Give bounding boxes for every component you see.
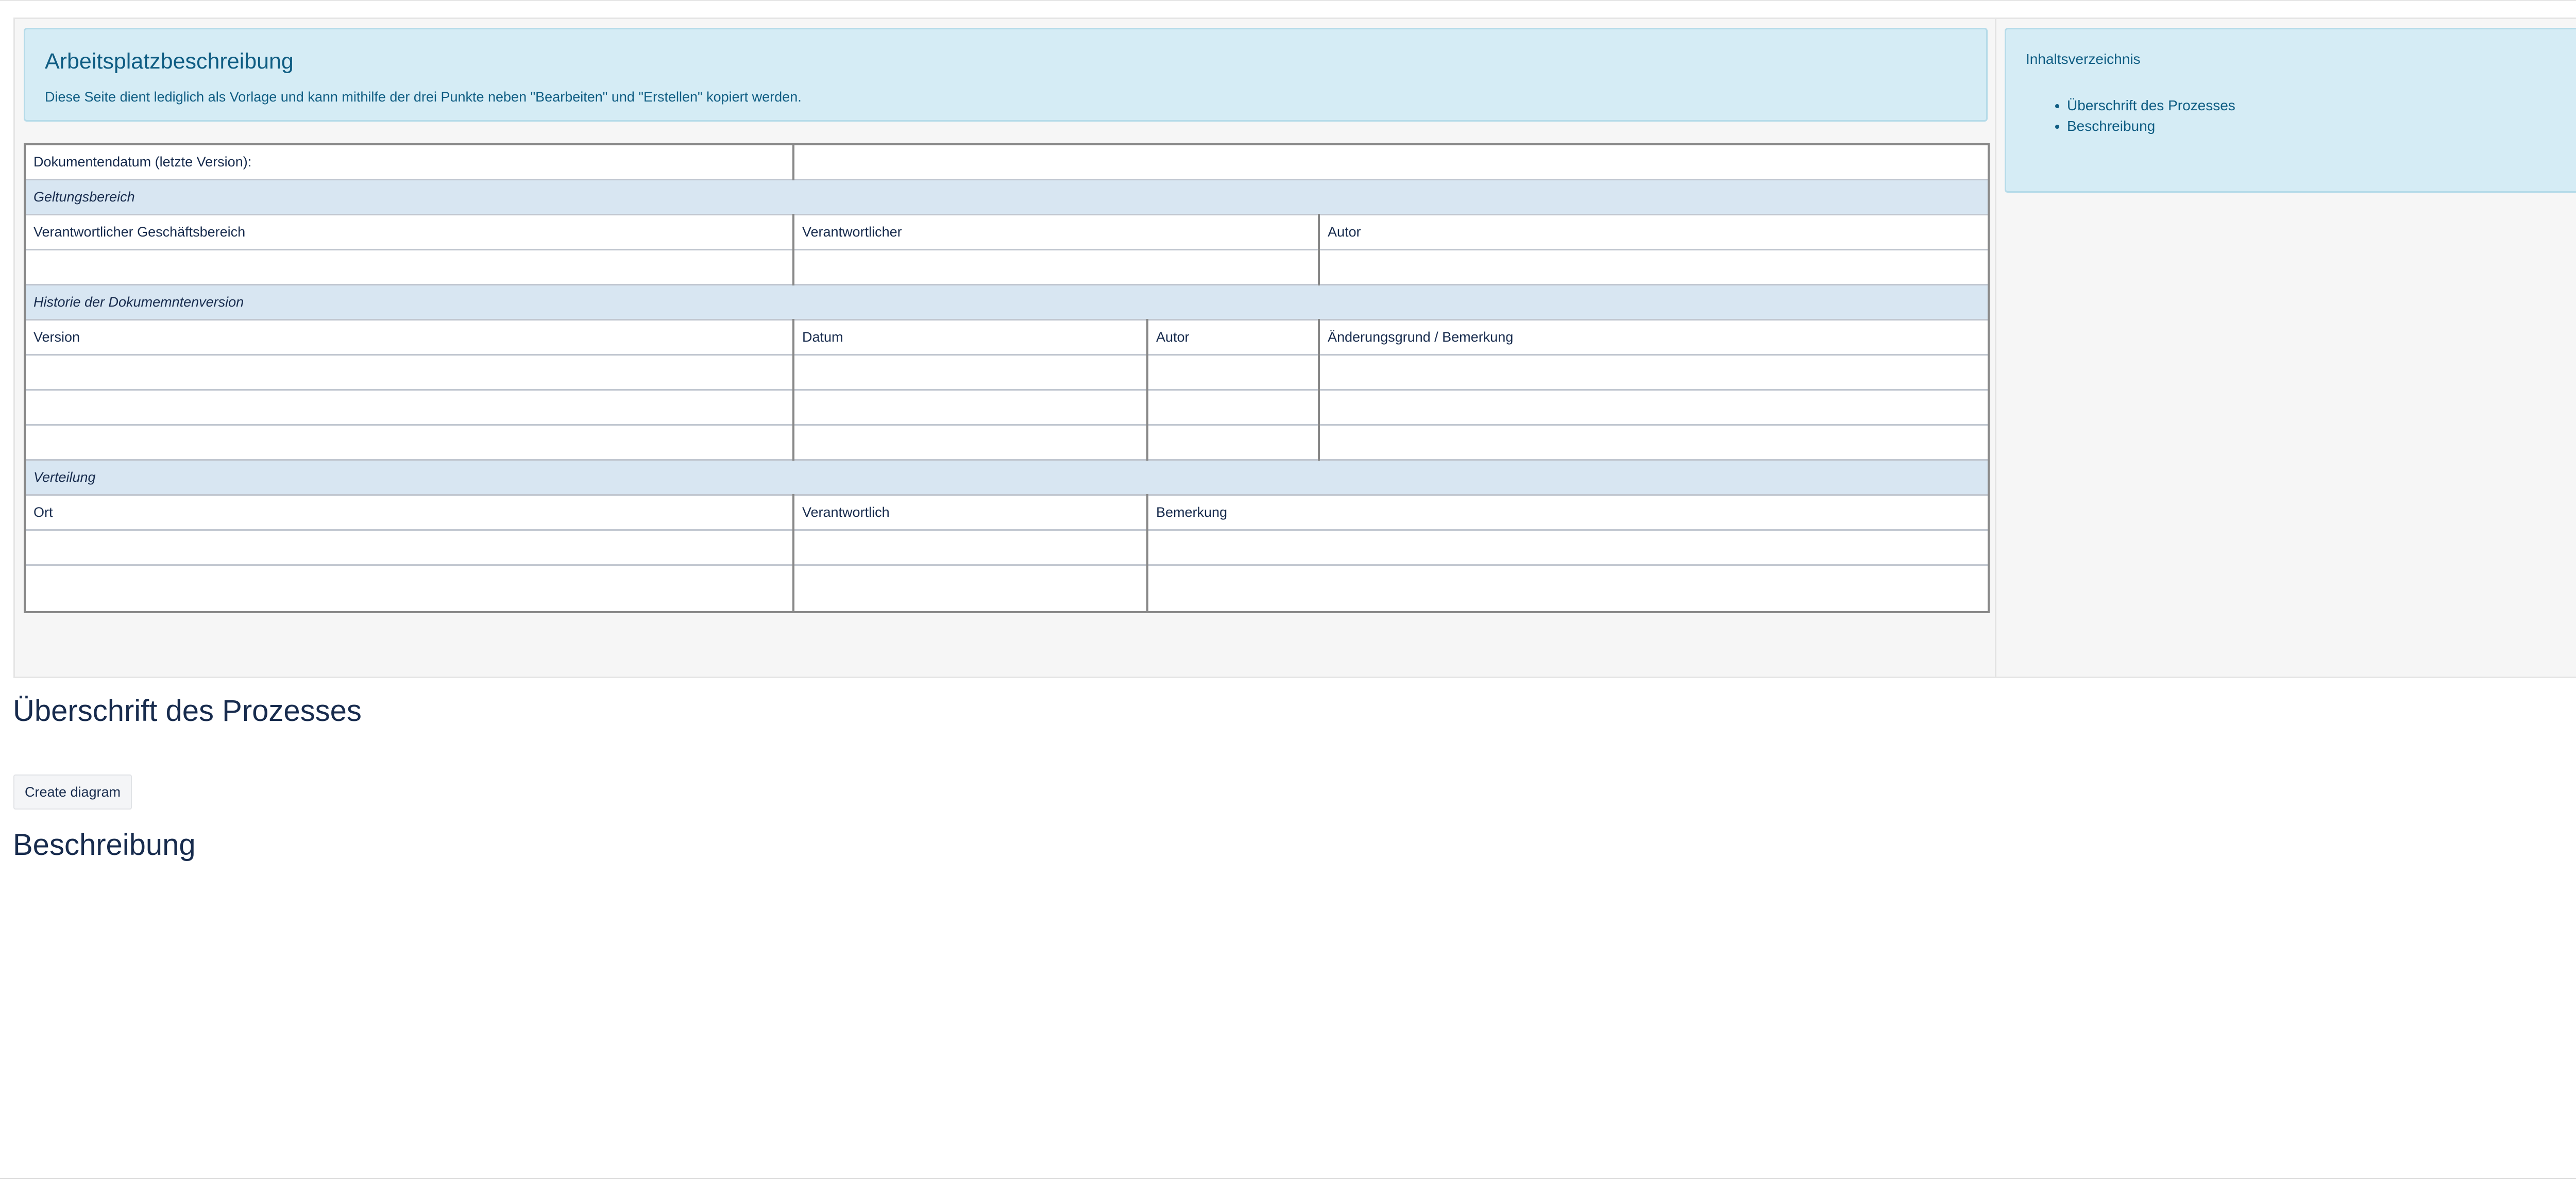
section-row-history: Historie der Dokumemntenversion: [24, 283, 1990, 321]
table-row: Dokumentendatum (letzte Version):: [24, 143, 1990, 180]
process-heading: Überschrift des Prozesses: [13, 694, 362, 728]
header-cell: Bemerkung: [1146, 494, 1990, 531]
header-cell: Version: [24, 318, 794, 356]
empty-cell[interactable]: [24, 353, 794, 391]
table-row: [24, 564, 1990, 613]
header-cell: Verantwortlicher Geschäftsbereich: [24, 213, 794, 250]
empty-cell[interactable]: [1146, 424, 1320, 461]
empty-cell[interactable]: [1317, 248, 1990, 285]
header-cell: Verantwortlich: [792, 494, 1148, 531]
empty-cell[interactable]: [792, 424, 1148, 461]
empty-cell[interactable]: [1146, 353, 1320, 391]
empty-cell[interactable]: [24, 529, 794, 566]
empty-cell[interactable]: [24, 389, 794, 426]
table-row: [24, 248, 1990, 285]
section-title-history: Historie der Dokumemntenversion: [24, 283, 1990, 321]
toc-link-process-heading[interactable]: Überschrift des Prozesses: [2067, 97, 2235, 113]
section-title-distribution: Verteilung: [24, 459, 1990, 496]
toc-title: Inhaltsverzeichnis: [2026, 51, 2141, 67]
empty-cell[interactable]: [792, 389, 1148, 426]
empty-cell[interactable]: [1317, 353, 1990, 391]
empty-cell[interactable]: [1317, 424, 1990, 461]
section-row-distribution: Verteilung: [24, 459, 1990, 496]
empty-cell[interactable]: [24, 424, 794, 461]
section-row-scope: Geltungsbereich: [24, 178, 1990, 215]
empty-cell[interactable]: [792, 564, 1148, 613]
toc-item: Überschrift des Prozesses: [2067, 95, 2235, 116]
empty-cell[interactable]: [792, 248, 1320, 285]
main-column: Arbeitsplatzbeschreibung Diese Seite die…: [15, 19, 1996, 677]
info-panel-title: Arbeitsplatzbeschreibung: [45, 49, 294, 74]
page-layout-section: Arbeitsplatzbeschreibung Diese Seite die…: [13, 18, 2576, 678]
table-row: [24, 389, 1990, 426]
table-header-row: Version Datum Autor Änderungsgrund / Bem…: [24, 318, 1990, 356]
header-cell: Änderungsgrund / Bemerkung: [1317, 318, 1990, 356]
side-column: Inhaltsverzeichnis Überschrift des Proze…: [1996, 19, 2576, 677]
empty-cell[interactable]: [1146, 389, 1320, 426]
info-panel: Arbeitsplatzbeschreibung Diese Seite die…: [24, 28, 1988, 122]
empty-cell[interactable]: [1146, 529, 1990, 566]
empty-cell[interactable]: [792, 353, 1148, 391]
document-date-label: Dokumentendatum (letzte Version):: [24, 143, 794, 180]
section-title-scope: Geltungsbereich: [24, 178, 1990, 215]
table-row: [24, 424, 1990, 461]
toc-list: Überschrift des Prozesses Beschreibung: [2046, 95, 2235, 137]
empty-cell[interactable]: [24, 248, 794, 285]
info-panel-text: Diese Seite dient lediglich als Vorlage …: [45, 89, 802, 105]
table-row: [24, 353, 1990, 391]
description-heading: Beschreibung: [13, 828, 196, 862]
toc-item: Beschreibung: [2067, 116, 2235, 137]
header-cell: Autor: [1317, 213, 1990, 250]
toc-link-description[interactable]: Beschreibung: [2067, 118, 2155, 134]
empty-cell[interactable]: [792, 529, 1148, 566]
empty-cell[interactable]: [1317, 389, 1990, 426]
header-cell: Verantwortlicher: [792, 213, 1320, 250]
document-date-value[interactable]: [792, 143, 1990, 180]
toc-panel: Inhaltsverzeichnis Überschrift des Proze…: [2005, 28, 2576, 193]
header-cell: Datum: [792, 318, 1148, 356]
table-header-row: Ort Verantwortlich Bemerkung: [24, 494, 1990, 531]
empty-cell[interactable]: [24, 564, 794, 613]
table-header-row: Verantwortlicher Geschäftsbereich Verant…: [24, 213, 1990, 250]
table-row: [24, 529, 1990, 566]
empty-cell[interactable]: [1146, 564, 1990, 613]
header-cell: Autor: [1146, 318, 1320, 356]
header-cell: Ort: [24, 494, 794, 531]
document-metadata-table: Dokumentendatum (letzte Version): Geltun…: [24, 143, 1990, 613]
confluence-page: Arbeitsplatzbeschreibung Diese Seite die…: [0, 0, 2576, 1179]
create-diagram-button[interactable]: Create diagram: [13, 774, 132, 810]
